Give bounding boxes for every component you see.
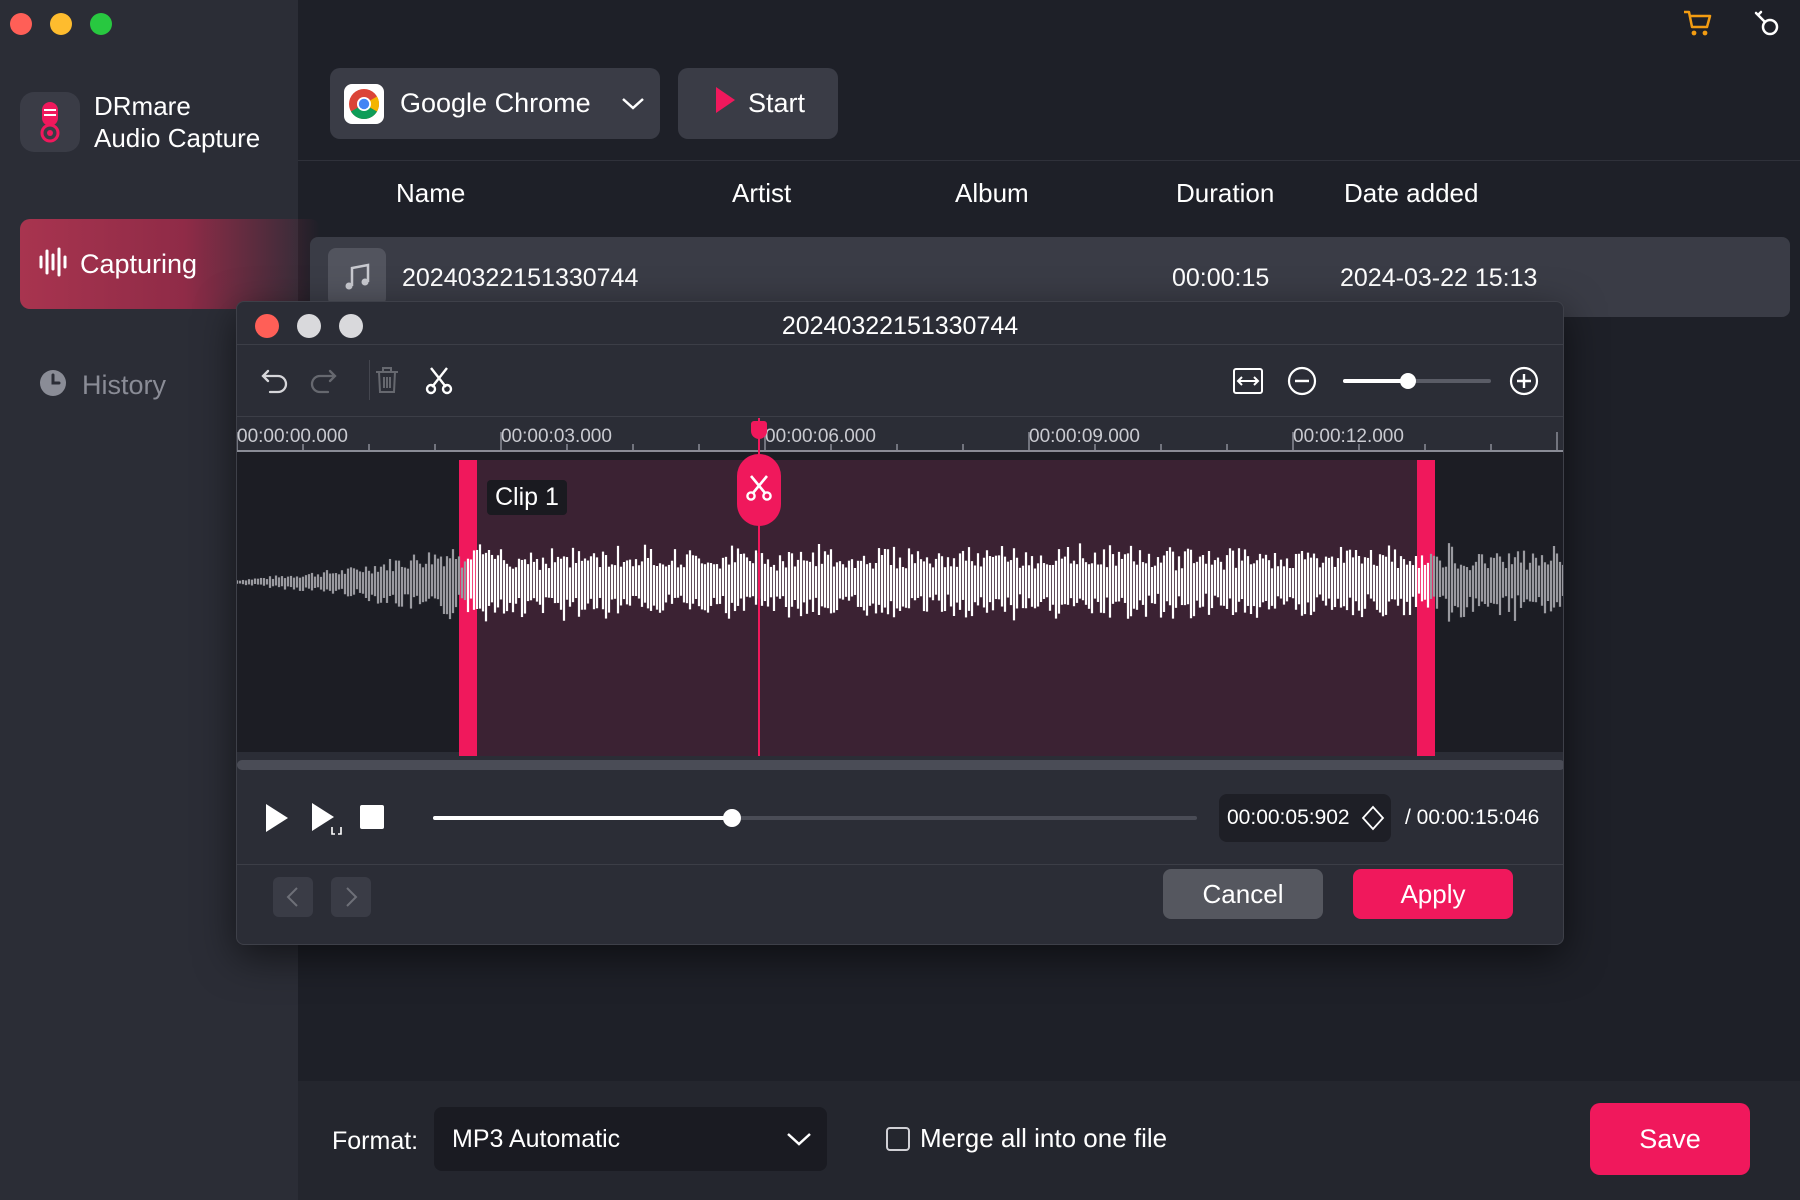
start-button-label: Start — [748, 88, 806, 118]
track-duration: 00:00:15 — [1172, 264, 1270, 292]
fit-width-icon[interactable] — [1231, 364, 1265, 398]
playback-progress-fill — [433, 816, 733, 820]
top-right-icons — [1682, 8, 1782, 43]
playback-progress-slider[interactable] — [433, 809, 1197, 827]
sidebar-item-capturing[interactable]: Capturing — [20, 219, 320, 309]
divider — [237, 344, 1563, 345]
divider — [369, 360, 370, 400]
current-time-input[interactable]: 00:00:05:902 — [1219, 794, 1391, 842]
divider — [237, 864, 1563, 865]
apply-button[interactable]: Apply — [1353, 869, 1513, 919]
zoom-in-icon[interactable] — [1507, 364, 1541, 398]
clip-label: Clip 1 — [487, 480, 567, 515]
sidebar-item-label: Capturing — [80, 248, 198, 279]
ruler-label: 00:00:06.000 — [765, 426, 876, 447]
sidebar-item-label: History — [82, 370, 167, 400]
merge-option[interactable]: Merge all into one file — [886, 1123, 1167, 1154]
app-brand: DRmare Audio Capture — [20, 90, 260, 154]
total-time: / 00:00:15:046 — [1405, 806, 1540, 829]
column-header-artist[interactable]: Artist — [732, 178, 791, 209]
column-header-name[interactable]: Name — [396, 178, 465, 209]
audio-editor-dialog: 20240322151330744 00:00:00.000 00:00:03.… — [236, 301, 1564, 945]
chevron-down-icon — [620, 90, 646, 121]
audio-source-label: Google Chrome — [400, 88, 591, 118]
column-header-album[interactable]: Album — [955, 178, 1029, 209]
scissors-icon — [745, 474, 773, 507]
waveform-area[interactable]: Clip 1 — [237, 418, 1563, 756]
ruler-label: 00:00:03.000 — [501, 426, 612, 447]
timeline-scrollbar[interactable] — [237, 760, 1563, 770]
column-header-date-added[interactable]: Date added — [1344, 178, 1478, 209]
play-clip-icon[interactable] — [309, 800, 345, 836]
chrome-icon — [344, 83, 384, 124]
playback-progress-handle[interactable] — [723, 809, 742, 827]
close-window-button[interactable] — [10, 13, 32, 35]
audio-source-select[interactable]: Google Chrome — [330, 68, 660, 139]
app-name-line1: DRmare — [94, 91, 191, 121]
waveform — [237, 543, 1563, 622]
format-value: MP3 Automatic — [452, 1124, 621, 1153]
transport-controls: 00:00:05:902 / 00:00:15:046 — [237, 772, 1563, 864]
zoom-out-icon[interactable] — [1285, 364, 1319, 398]
timeline-ruler[interactable]: 00:00:00.000 00:00:03.000 00:00:06.000 0… — [237, 418, 1563, 452]
playhead-handle[interactable] — [751, 421, 767, 439]
minimize-window-button[interactable] — [50, 13, 72, 35]
sidebar-item-history[interactable]: History — [38, 368, 166, 403]
app-name-line2: Audio Capture — [94, 123, 261, 153]
next-clip-button[interactable] — [331, 877, 371, 917]
track-date-added: 2024-03-22 15:13 — [1340, 264, 1538, 292]
cancel-button[interactable]: Cancel — [1163, 869, 1323, 919]
scissors-icon[interactable] — [423, 364, 455, 396]
bottom-bar: Format: MP3 Automatic Merge all into one… — [298, 1081, 1800, 1200]
cut-marker[interactable] — [737, 454, 781, 526]
merge-label: Merge all into one file — [920, 1123, 1168, 1153]
app-logo-icon — [20, 92, 80, 152]
start-button[interactable]: Start — [678, 68, 838, 139]
save-button[interactable]: Save — [1590, 1103, 1750, 1175]
zoom-slider-handle[interactable] — [1400, 373, 1417, 389]
divider — [237, 416, 1563, 417]
format-label: Format: — [332, 1127, 419, 1155]
format-select[interactable]: MP3 Automatic — [434, 1107, 827, 1171]
ruler-label: 00:00:00.000 — [237, 426, 348, 447]
trash-icon[interactable] — [371, 364, 403, 396]
cart-icon[interactable] — [1682, 8, 1712, 43]
ruler-label: 00:00:09.000 — [1029, 426, 1140, 447]
stop-icon[interactable] — [357, 802, 387, 832]
undo-icon[interactable] — [259, 364, 291, 396]
waveform-icon — [38, 247, 68, 282]
chevron-down-icon — [785, 1125, 813, 1160]
ruler-label: 00:00:12.000 — [1293, 426, 1404, 447]
previous-clip-button[interactable] — [273, 877, 313, 917]
divider — [298, 160, 1800, 161]
play-icon[interactable] — [261, 800, 293, 836]
track-name: 20240322151330744 — [402, 264, 639, 292]
play-icon — [714, 86, 736, 121]
dialog-title: 20240322151330744 — [781, 312, 1019, 340]
window-controls — [10, 13, 112, 35]
column-header-duration[interactable]: Duration — [1176, 178, 1274, 209]
music-note-icon — [328, 248, 386, 306]
current-time-value: 00:00:05:902 — [1227, 806, 1350, 829]
merge-checkbox[interactable] — [886, 1126, 910, 1151]
redo-icon[interactable] — [307, 364, 339, 396]
clock-icon — [38, 368, 68, 403]
stepper-icon[interactable] — [1361, 805, 1385, 837]
zoom-slider-fill — [1343, 379, 1409, 383]
key-icon[interactable] — [1752, 8, 1782, 43]
zoom-slider[interactable] — [1343, 373, 1491, 389]
maximize-window-button[interactable] — [90, 13, 112, 35]
